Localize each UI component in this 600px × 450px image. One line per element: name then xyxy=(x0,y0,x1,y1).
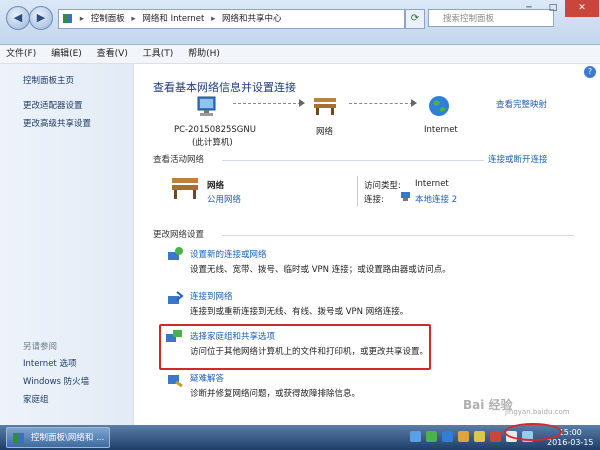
map-network-label: 网络 xyxy=(316,127,334,137)
refresh-button[interactable]: ⟳ xyxy=(405,9,425,29)
menu-edit[interactable]: 编辑(E) xyxy=(45,45,88,63)
tray-app-icon[interactable] xyxy=(490,431,501,442)
task-new-connection-title[interactable]: 设置新的连接或网络 xyxy=(190,248,267,260)
tray-app-icon[interactable] xyxy=(426,431,437,442)
breadcrumb-control-panel[interactable]: 控制面板 xyxy=(88,10,128,28)
network-bench-icon xyxy=(314,98,336,115)
main-content: ? 查看基本网络信息并设置连接 查看完整映射 PC-20150825SGNU (… xyxy=(134,64,600,425)
see-also-internet-options[interactable]: Internet 选项 xyxy=(23,357,76,369)
network-type-link[interactable]: 公用网络 xyxy=(207,193,241,205)
back-button[interactable]: ◀ xyxy=(6,6,30,30)
help-icon[interactable]: ? xyxy=(584,66,596,78)
watermark-url: jingyan.baidu.com xyxy=(505,408,570,416)
tray-app-icon[interactable] xyxy=(474,431,485,442)
maximize-button[interactable]: □ xyxy=(541,0,565,17)
minimize-button[interactable]: ─ xyxy=(517,0,541,17)
divider xyxy=(222,160,484,161)
menu-help[interactable]: 帮助(H) xyxy=(182,45,226,63)
task-connect-network-desc: 连接到或重新连接到无线、有线、拨号或 VPN 网络连接。 xyxy=(190,307,409,317)
globe-icon xyxy=(429,96,449,116)
view-full-map-link[interactable]: 查看完整映射 xyxy=(496,98,547,110)
tray-app-icon[interactable] xyxy=(442,431,453,442)
divider xyxy=(222,235,574,236)
map-internet-label: Internet xyxy=(424,125,458,135)
connect-network-icon xyxy=(168,291,184,304)
access-type-label: 访问类型: xyxy=(364,181,401,191)
breadcrumb-network-internet[interactable]: 网络和 Internet xyxy=(139,10,207,28)
menu-file[interactable]: 文件(F) xyxy=(0,45,42,63)
taskbar-control-panel-button[interactable]: 控制面板\网络和 ... xyxy=(6,427,110,448)
computer-name: PC-20150825SGNU xyxy=(174,125,256,135)
access-type-value: Internet xyxy=(415,179,449,189)
task-troubleshoot-desc: 诊断并修复网络问题，或获得故障排除信息。 xyxy=(190,389,361,399)
forward-button[interactable]: ▶ xyxy=(29,6,53,30)
active-network-name: 网络 xyxy=(207,181,225,191)
local-connection-icon xyxy=(401,192,410,201)
map-link-network-internet xyxy=(349,103,413,104)
tray-network-icon[interactable] xyxy=(410,431,421,442)
sidebar-link-adapter-settings[interactable]: 更改适配器设置 xyxy=(23,99,83,111)
active-network-heading: 查看活动网络 xyxy=(153,155,205,165)
menu-bar: 文件(F) 编辑(E) 查看(V) 工具(T) 帮助(H) xyxy=(0,45,600,64)
troubleshoot-icon xyxy=(168,375,183,388)
connect-disconnect-link[interactable]: 连接或断开连接 xyxy=(488,153,548,165)
control-panel-icon xyxy=(63,14,72,23)
public-network-bench-icon xyxy=(172,178,198,199)
close-button[interactable]: ✕ xyxy=(565,0,599,17)
change-settings-heading: 更改网络设置 xyxy=(153,230,205,240)
see-also-heading: 另请参阅 xyxy=(23,342,58,352)
search-placeholder: 搜索控制面板 xyxy=(443,14,495,24)
computer-sub: (此计算机) xyxy=(192,138,233,148)
tray-shield-icon[interactable] xyxy=(458,431,469,442)
clock-date: 2016-03-15 xyxy=(547,438,594,447)
control-panel-window: ◀ ▶ ▸ 控制面板 ▸ 网络和 Internet ▸ 网络和共享中心 ⟳ 搜索… xyxy=(0,0,600,425)
page-title: 查看基本网络信息并设置连接 xyxy=(153,81,296,94)
map-arrow-2 xyxy=(411,99,417,107)
address-bar[interactable]: ▸ 控制面板 ▸ 网络和 Internet ▸ 网络和共享中心 xyxy=(58,9,405,29)
breadcrumb-network-sharing-center[interactable]: 网络和共享中心 xyxy=(219,10,285,28)
sidebar: 控制面板主页 更改适配器设置 更改高级共享设置 另请参阅 Internet 选项… xyxy=(0,64,134,425)
vertical-divider xyxy=(357,176,358,206)
task-troubleshoot-title[interactable]: 疑难解答 xyxy=(190,372,224,384)
menu-view[interactable]: 查看(V) xyxy=(91,45,134,63)
task-new-connection-desc: 设置无线、宽带、拨号、临时或 VPN 连接；或设置路由器或访问点。 xyxy=(190,265,451,275)
new-connection-icon xyxy=(168,247,183,260)
title-bar: ◀ ▶ ▸ 控制面板 ▸ 网络和 Internet ▸ 网络和共享中心 ⟳ 搜索… xyxy=(0,0,600,45)
see-also-windows-firewall[interactable]: Windows 防火墙 xyxy=(23,375,89,387)
taskbar-task-label: 控制面板\网络和 ... xyxy=(31,433,105,443)
tray-highlight-annotation xyxy=(504,423,562,441)
control-panel-icon xyxy=(13,433,24,444)
sidebar-link-advanced-sharing[interactable]: 更改高级共享设置 xyxy=(23,117,91,129)
task-connect-network-title[interactable]: 连接到网络 xyxy=(190,290,233,302)
map-link-computer-network xyxy=(233,103,301,104)
map-arrow-1 xyxy=(299,99,305,107)
highlight-annotation xyxy=(159,324,431,370)
computer-icon xyxy=(197,96,216,116)
menu-tools[interactable]: 工具(T) xyxy=(137,45,180,63)
sidebar-link-home[interactable]: 控制面板主页 xyxy=(23,74,74,86)
connection-label: 连接: xyxy=(364,195,384,205)
local-connection-link[interactable]: 本地连接 2 xyxy=(415,193,457,205)
see-also-homegroup[interactable]: 家庭组 xyxy=(23,393,49,405)
